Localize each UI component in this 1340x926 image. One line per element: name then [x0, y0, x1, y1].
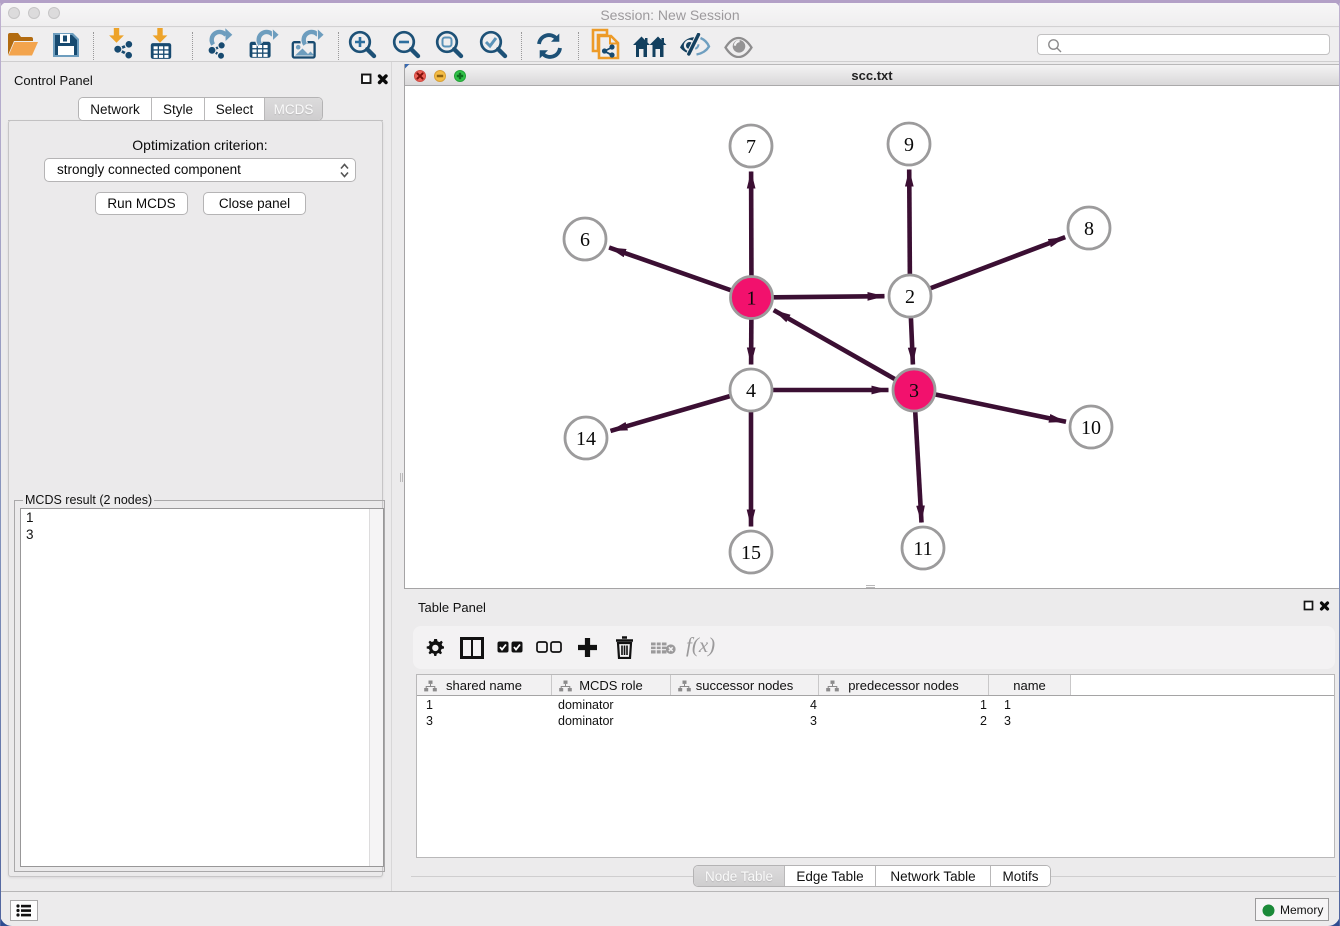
- svg-text:15: 15: [741, 542, 761, 564]
- svg-text:10: 10: [1081, 417, 1101, 439]
- svg-text:14: 14: [576, 428, 596, 450]
- svg-text:9: 9: [904, 134, 914, 156]
- svg-text:1: 1: [747, 288, 757, 310]
- svg-text:6: 6: [580, 229, 590, 251]
- svg-text:3: 3: [909, 380, 919, 402]
- svg-text:8: 8: [1084, 218, 1094, 240]
- svg-text:2: 2: [905, 286, 915, 308]
- svg-text:4: 4: [746, 380, 756, 402]
- svg-text:7: 7: [746, 136, 756, 158]
- svg-text:11: 11: [913, 538, 932, 560]
